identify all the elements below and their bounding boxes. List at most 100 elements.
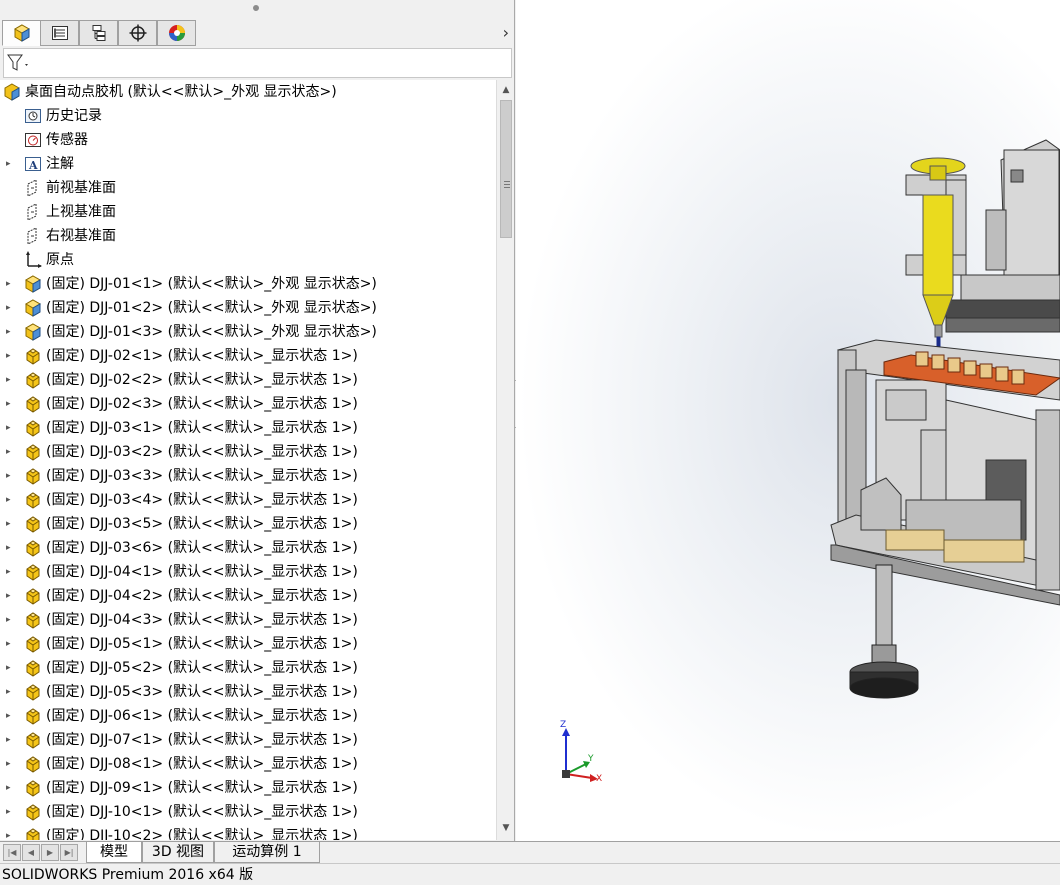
scroll-up-icon[interactable]: ▲ [499, 82, 513, 98]
tree-item-label: 注解 [46, 156, 74, 172]
displaymanager-tab[interactable] [157, 20, 196, 46]
configurationmanager-tab[interactable] [79, 20, 118, 46]
tree-item[interactable]: ▸ (固定) DJJ-05<1> (默认<<默认>_显示状态 1>) [0, 632, 496, 656]
part-icon [24, 659, 42, 677]
tree-item[interactable]: ▸ (固定) DJJ-03<3> (默认<<默认>_显示状态 1>) [0, 464, 496, 488]
tree-item-label: (固定) DJJ-01<2> (默认<<默认>_外观 显示状态>) [46, 300, 377, 316]
featuremanager-icon [13, 24, 30, 42]
tree-item[interactable]: ▸ (固定) DJJ-01<3> (默认<<默认>_外观 显示状态>) [0, 320, 496, 344]
plane-icon [24, 179, 42, 197]
part-icon [24, 491, 42, 509]
expand-arrow-icon[interactable]: ▸ [6, 590, 14, 602]
tree-item[interactable]: 历史记录 [0, 104, 496, 128]
tree-item[interactable]: ▸ (固定) DJJ-05<3> (默认<<默认>_显示状态 1>) [0, 680, 496, 704]
expand-arrow-icon[interactable]: ▸ [6, 158, 14, 170]
nav-next-icon[interactable]: ▶ [41, 844, 59, 861]
expand-arrow-icon[interactable]: ▸ [6, 782, 14, 794]
tree-item[interactable]: ▸ (固定) DJJ-04<1> (默认<<默认>_显示状态 1>) [0, 560, 496, 584]
tree-item[interactable]: ▸ (固定) DJJ-03<6> (默认<<默认>_显示状态 1>) [0, 536, 496, 560]
expand-arrow-icon[interactable]: ▸ [6, 302, 14, 314]
expand-arrow-icon[interactable]: ▸ [6, 830, 14, 840]
tree-item[interactable]: ▸ (固定) DJJ-03<1> (默认<<默认>_显示状态 1>) [0, 416, 496, 440]
nav-last-icon[interactable]: ▶| [60, 844, 78, 861]
tree-item-label: (固定) DJJ-09<1> (默认<<默认>_显示状态 1>) [46, 780, 358, 796]
tree-item[interactable]: ▸ (固定) DJJ-10<2> (默认<<默认>_显示状态 1>) [0, 824, 496, 840]
expand-arrow-icon[interactable]: ▸ [6, 422, 14, 434]
tree-item[interactable]: ▸ (固定) DJJ-08<1> (默认<<默认>_显示状态 1>) [0, 752, 496, 776]
tree-item[interactable]: ▸ A 注解 [0, 152, 496, 176]
tree-item-label: (固定) DJJ-02<1> (默认<<默认>_显示状态 1>) [46, 348, 358, 364]
tab-3d-view[interactable]: 3D 视图 [142, 842, 214, 863]
filter-icon[interactable] [7, 54, 31, 72]
tab-motion-study[interactable]: 运动算例 1 [214, 842, 320, 863]
expand-arrow-icon[interactable]: ▸ [6, 518, 14, 530]
graphics-viewport[interactable]: Z Y X [516, 0, 1060, 841]
triad-z-label: Z [560, 720, 567, 730]
expand-arrow-icon[interactable]: ▸ [6, 734, 14, 746]
tree-item[interactable]: ▸ (固定) DJJ-04<3> (默认<<默认>_显示状态 1>) [0, 608, 496, 632]
tree-item[interactable]: ▸ (固定) DJJ-01<2> (默认<<默认>_外观 显示状态>) [0, 296, 496, 320]
tree-scrollbar[interactable]: ▲ ▼ [496, 80, 514, 840]
expand-arrow-icon[interactable]: ▸ [6, 470, 14, 482]
expand-arrow-icon[interactable]: ▸ [6, 326, 14, 338]
tree-item-label: 原点 [46, 252, 74, 268]
tree-item[interactable]: 原点 [0, 248, 496, 272]
tree-item[interactable]: ▸ (固定) DJJ-09<1> (默认<<默认>_显示状态 1>) [0, 776, 496, 800]
tree-item[interactable]: ▸ (固定) DJJ-03<4> (默认<<默认>_显示状态 1>) [0, 488, 496, 512]
history-icon [24, 107, 42, 125]
tree-item[interactable]: ▸ (固定) DJJ-07<1> (默认<<默认>_显示状态 1>) [0, 728, 496, 752]
displaymanager-icon [168, 25, 185, 41]
tree-item[interactable]: ▸ (固定) DJJ-06<1> (默认<<默认>_显示状态 1>) [0, 704, 496, 728]
manager-tabbar: › [0, 20, 515, 46]
nav-first-icon[interactable]: |◀ [3, 844, 21, 861]
tree-root-item[interactable]: 桌面自动点胶机 (默认<<默认>_外观 显示状态>) [0, 80, 496, 104]
expand-arrow-icon[interactable]: ▸ [6, 494, 14, 506]
expand-arrow-icon[interactable]: ▸ [6, 350, 14, 362]
tree-item[interactable]: ▸ (固定) DJJ-03<2> (默认<<默认>_显示状态 1>) [0, 440, 496, 464]
dimxpert-tab[interactable] [118, 20, 157, 46]
propertymanager-tab[interactable] [40, 20, 79, 46]
tree-item[interactable]: 传感器 [0, 128, 496, 152]
tree-filter-bar[interactable] [3, 48, 512, 78]
expand-arrow-icon[interactable]: ▸ [6, 686, 14, 698]
expand-arrow-icon[interactable]: ▸ [6, 710, 14, 722]
tree-item[interactable]: ▸ (固定) DJJ-02<1> (默认<<默认>_显示状态 1>) [0, 344, 496, 368]
tree-item[interactable]: ▸ (固定) DJJ-03<5> (默认<<默认>_显示状态 1>) [0, 512, 496, 536]
part-icon [24, 779, 42, 797]
tree-item[interactable]: ▸ (固定) DJJ-01<1> (默认<<默认>_外观 显示状态>) [0, 272, 496, 296]
tree-item[interactable]: ▸ (固定) DJJ-02<3> (默认<<默认>_显示状态 1>) [0, 392, 496, 416]
expand-arrow-icon[interactable]: ▸ [6, 374, 14, 386]
scroll-thumb[interactable] [500, 100, 512, 238]
tree-item-label: (固定) DJJ-05<2> (默认<<默认>_显示状态 1>) [46, 660, 358, 676]
expand-arrow-icon[interactable]: ▸ [6, 278, 14, 290]
tree-item[interactable]: 右视基准面 [0, 224, 496, 248]
tree-item[interactable]: ▸ (固定) DJJ-02<2> (默认<<默认>_显示状态 1>) [0, 368, 496, 392]
expand-arrow-icon[interactable]: ▸ [6, 662, 14, 674]
feature-tree[interactable]: 桌面自动点胶机 (默认<<默认>_外观 显示状态>) 历史记录 传感器 ▸ A 注解前视基… [0, 80, 496, 840]
expand-arrow-icon[interactable]: ▸ [6, 614, 14, 626]
expand-arrow-icon[interactable]: ▸ [6, 566, 14, 578]
expand-arrow-icon[interactable]: ▸ [6, 542, 14, 554]
expand-arrow-icon[interactable]: ▸ [6, 758, 14, 770]
tree-item[interactable]: 前视基准面 [0, 176, 496, 200]
tree-item-label: 上视基准面 [46, 204, 116, 220]
tab-model[interactable]: 模型 [86, 842, 142, 863]
expand-arrow-icon[interactable]: ▸ [6, 446, 14, 458]
annotations-icon: A [24, 155, 42, 173]
tree-item[interactable]: ▸ (固定) DJJ-04<2> (默认<<默认>_显示状态 1>) [0, 584, 496, 608]
scroll-down-icon[interactable]: ▼ [499, 820, 513, 836]
panel-grip[interactable] [0, 0, 515, 16]
tree-item[interactable]: ▸ (固定) DJJ-10<1> (默认<<默认>_显示状态 1>) [0, 800, 496, 824]
featuremanager-tab[interactable] [2, 20, 41, 46]
expand-arrow-icon[interactable]: ▸ [6, 638, 14, 650]
propertymanager-icon [51, 26, 68, 40]
dimxpert-icon [129, 24, 146, 42]
expand-arrow-icon[interactable]: ▸ [6, 806, 14, 818]
nav-prev-icon[interactable]: ◀ [22, 844, 40, 861]
expand-arrow-icon[interactable]: ▸ [6, 398, 14, 410]
tree-item[interactable]: 上视基准面 [0, 200, 496, 224]
tree-item[interactable]: ▸ (固定) DJJ-05<2> (默认<<默认>_显示状态 1>) [0, 656, 496, 680]
triad-icon [562, 728, 598, 782]
chevron-right-icon[interactable]: › [503, 23, 509, 42]
assembly-model[interactable] [516, 0, 1060, 841]
